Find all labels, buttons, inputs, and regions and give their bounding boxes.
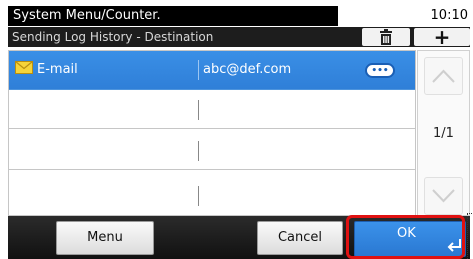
trash-icon	[380, 29, 392, 45]
callout-line	[467, 213, 472, 259]
add-button[interactable]: +	[414, 25, 470, 49]
scroll-down-button[interactable]	[424, 177, 463, 215]
touch-panel-screen: System Menu/Counter. 10:10 Sending Log H…	[0, 0, 473, 259]
scroll-up-button[interactable]	[424, 57, 463, 95]
ok-label: OK	[397, 226, 416, 241]
plus-icon: +	[433, 25, 451, 49]
delete-button[interactable]	[362, 28, 410, 46]
ok-button[interactable]: OK	[354, 221, 466, 257]
list-item[interactable]: E-mail abc@def.com •••	[9, 51, 415, 90]
menu-button[interactable]: Menu	[56, 221, 154, 255]
list-item[interactable]	[9, 90, 415, 129]
list-item[interactable]	[9, 131, 415, 170]
page-title: Sending Log History - Destination	[12, 30, 214, 44]
screen-header: Sending Log History - Destination +	[8, 27, 470, 47]
scroll-panel: 1/1	[417, 50, 470, 216]
destination-list: E-mail abc@def.com •••	[8, 50, 416, 216]
chevron-up-icon	[432, 69, 455, 83]
cancel-button[interactable]: Cancel	[257, 221, 343, 255]
status-title: System Menu/Counter.	[8, 6, 338, 26]
bottom-bar: Menu Cancel OK	[8, 216, 470, 259]
destination-address: abc@def.com	[203, 62, 292, 77]
envelope-icon	[15, 61, 33, 74]
page-indicator: 1/1	[433, 126, 454, 141]
more-icon: •••	[371, 65, 389, 76]
list-item[interactable]	[9, 172, 415, 211]
destination-type: E-mail	[37, 62, 78, 77]
detail-button[interactable]: •••	[365, 63, 395, 78]
status-bar: System Menu/Counter. 10:10	[8, 6, 470, 26]
enter-arrow-icon	[447, 239, 461, 252]
clock: 10:10	[350, 6, 470, 26]
chevron-down-icon	[432, 189, 455, 203]
